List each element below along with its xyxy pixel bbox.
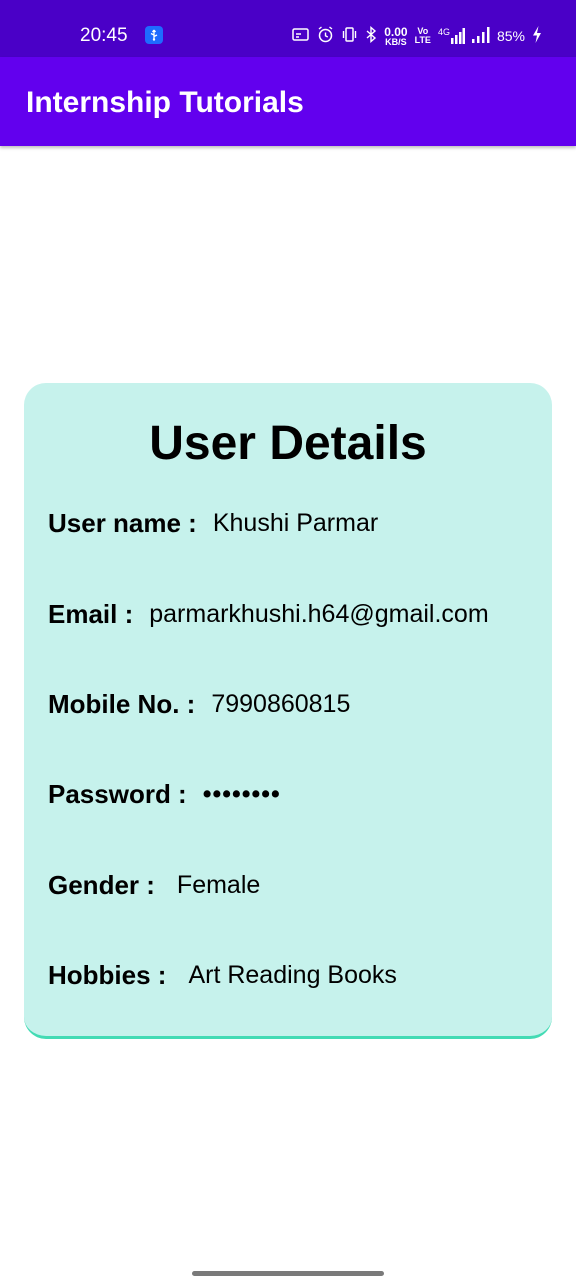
signal-icon bbox=[471, 26, 490, 46]
email-value: parmarkhushi.h64@gmail.com bbox=[149, 599, 489, 628]
app-bar: Internship Tutorials bbox=[0, 57, 576, 146]
email-row: Email : parmarkhushi.h64@gmail.com bbox=[48, 597, 489, 631]
home-gesture-bar[interactable] bbox=[192, 1271, 384, 1276]
mobile-row: Mobile No. : 7990860815 bbox=[48, 687, 350, 721]
mobile-label: Mobile No. : bbox=[48, 688, 196, 719]
app-title: Internship Tutorials bbox=[26, 86, 304, 119]
status-bar: 20:45 0.00 KB/S Vo LTE 4G 85% bbox=[0, 0, 576, 57]
password-value: •••••••• bbox=[202, 779, 281, 808]
gender-label: Gender : bbox=[48, 869, 155, 900]
status-icons: 0.00 KB/S Vo LTE 4G 85% bbox=[292, 24, 542, 48]
bluetooth-icon bbox=[365, 25, 377, 46]
user-name-label: User name : bbox=[48, 507, 197, 538]
usb-icon bbox=[145, 26, 163, 44]
user-name-row: User name : Khushi Parmar bbox=[48, 506, 378, 540]
battery-level: 85% bbox=[496, 28, 525, 44]
hobbies-label: Hobbies : bbox=[48, 959, 167, 990]
alarm-icon bbox=[317, 26, 334, 46]
signal-4g-icon: 4G bbox=[438, 28, 465, 44]
email-label: Email : bbox=[48, 598, 134, 629]
data-speed: 0.00 KB/S bbox=[384, 24, 408, 47]
vibrate-icon bbox=[341, 26, 358, 46]
gender-value: Female bbox=[176, 870, 261, 899]
card-title: User Details bbox=[149, 417, 427, 470]
gender-row: Gender : Female bbox=[48, 868, 260, 902]
user-details-card: User Details User name : Khushi Parmar E… bbox=[24, 383, 552, 1039]
status-time: 20:45 bbox=[80, 25, 128, 46]
volte-badge: Vo LTE bbox=[414, 26, 431, 45]
mobile-value: 7990860815 bbox=[211, 689, 351, 718]
charging-icon bbox=[532, 26, 542, 46]
screen-cast-icon bbox=[292, 27, 310, 46]
password-row: Password : •••••••• bbox=[48, 777, 281, 811]
password-label: Password : bbox=[48, 778, 187, 809]
user-name-value: Khushi Parmar bbox=[212, 508, 379, 537]
hobbies-row: Hobbies : Art Reading Books bbox=[48, 958, 397, 992]
hobbies-value: Art Reading Books bbox=[188, 960, 397, 989]
